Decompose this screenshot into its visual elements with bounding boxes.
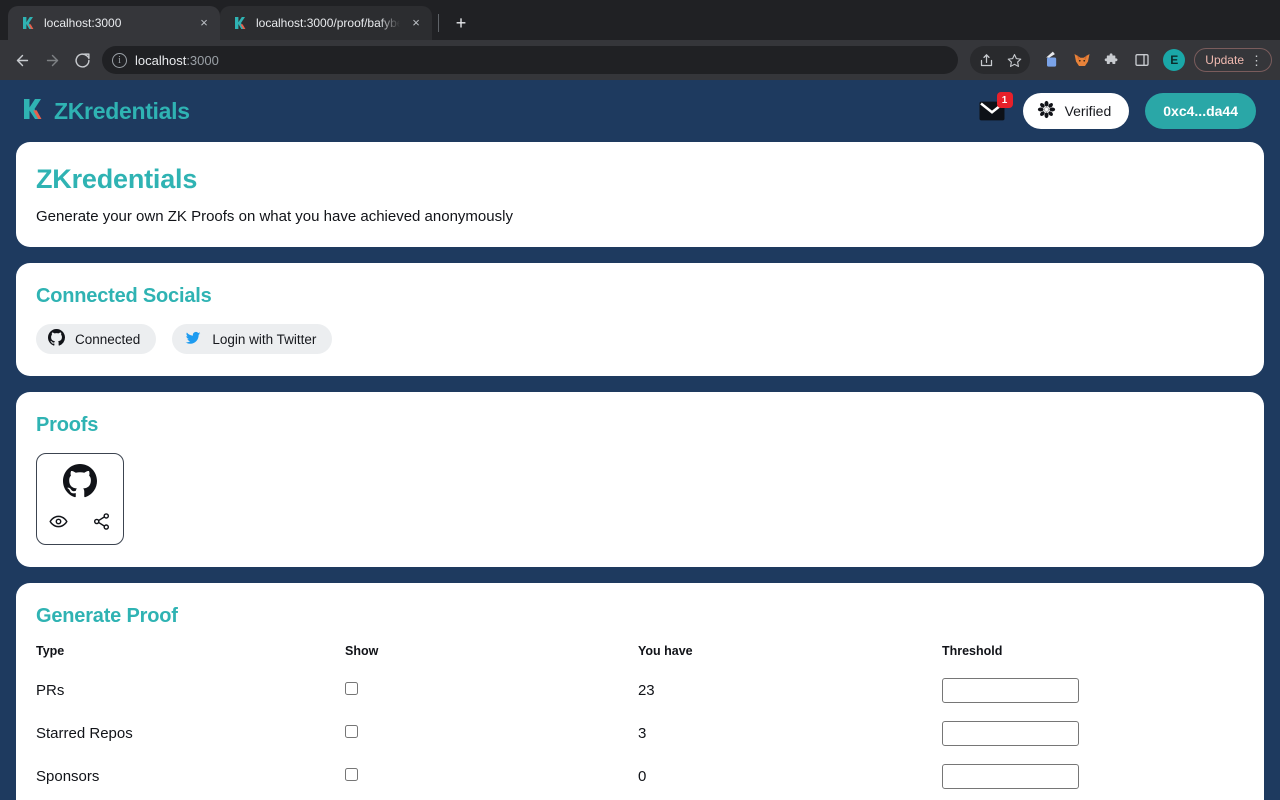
- puzzle-icon[interactable]: [1098, 46, 1126, 74]
- app-viewport: ZKredentials 1 Verified 0xc4...da44 ZKre…: [0, 80, 1280, 800]
- connected-socials-title: Connected Socials: [36, 285, 212, 307]
- brand[interactable]: ZKredentials: [20, 96, 190, 127]
- brand-name: ZKredentials: [54, 97, 190, 124]
- close-icon[interactable]: ×: [408, 15, 424, 31]
- proof-tile[interactable]: [36, 453, 124, 545]
- twitter-icon: [184, 329, 202, 350]
- update-button-label: Update: [1205, 53, 1244, 67]
- browser-tab-2[interactable]: localhost:3000/proof/bafybeih ×: [220, 6, 432, 40]
- proof-tile-actions: [47, 512, 113, 536]
- verified-label: Verified: [1064, 103, 1112, 119]
- social-github-label: Connected: [75, 331, 141, 347]
- generate-proof-title: Generate Proof: [36, 605, 178, 627]
- new-tab-button[interactable]: +: [447, 9, 475, 37]
- threshold-input-prs[interactable]: [941, 678, 1079, 703]
- show-checkbox-prs[interactable]: [345, 682, 359, 695]
- row-threshold-cell: [941, 715, 1244, 758]
- hero-card: ZKredentials Generate your own ZK Proofs…: [16, 142, 1264, 247]
- table-row: PRs 23: [36, 672, 1244, 715]
- proofs-title: Proofs: [36, 414, 99, 436]
- verified-badge[interactable]: Verified: [1022, 93, 1130, 129]
- social-list: Connected Login with Twitter: [36, 324, 1244, 354]
- tab-strip: localhost:3000 × localhost:3000/proof/ba…: [0, 0, 1280, 40]
- row-threshold-cell: [941, 672, 1244, 715]
- metamask-icon[interactable]: [1068, 46, 1096, 74]
- social-twitter-label: Login with Twitter: [212, 331, 317, 347]
- threshold-input-starred-repos[interactable]: [941, 721, 1079, 746]
- column-header-show: Show: [345, 644, 379, 658]
- wallet-address-button[interactable]: 0xc4...da44: [1145, 93, 1256, 129]
- github-icon: [63, 464, 97, 503]
- share-icon[interactable]: [972, 46, 1000, 74]
- row-show-cell: [345, 672, 638, 715]
- address-bar[interactable]: i localhost:3000: [102, 46, 958, 74]
- extension-icon-blue[interactable]: [1038, 46, 1066, 74]
- address-path: :3000: [186, 52, 219, 68]
- row-type-label: PRs: [36, 682, 65, 699]
- generate-proof-card: Generate Proof Type Show You have Thresh…: [16, 583, 1264, 800]
- browser-menu-icon[interactable]: ⋮: [1250, 54, 1263, 67]
- row-type-label: Sponsors: [36, 768, 100, 785]
- browser-tab-1-title: localhost:3000: [44, 16, 122, 30]
- app-content: ZKredentials Generate your own ZK Proofs…: [0, 142, 1280, 800]
- table-row: Sponsors 0: [36, 758, 1244, 800]
- forward-icon[interactable]: [38, 46, 66, 74]
- header-actions: 1 Verified 0xc4...da44: [977, 92, 1256, 129]
- eye-icon[interactable]: [49, 512, 68, 536]
- browser-tab-2-title: localhost:3000/proof/bafybeih: [256, 16, 400, 30]
- browser-tab-1[interactable]: localhost:3000 ×: [8, 6, 220, 40]
- column-header-you-have: You have: [637, 644, 693, 658]
- social-twitter-button[interactable]: Login with Twitter: [172, 324, 333, 354]
- worldcoin-icon: [1037, 100, 1056, 122]
- address-host: localhost: [135, 52, 187, 68]
- app-header: ZKredentials 1 Verified 0xc4...da44: [0, 80, 1280, 142]
- row-type-label: Starred Repos: [36, 725, 133, 742]
- row-show-cell: [345, 715, 638, 758]
- github-icon: [48, 329, 65, 349]
- row-threshold-cell: [941, 758, 1244, 800]
- table-header-row: Type Show You have Threshold: [36, 644, 1244, 672]
- zkredentials-icon: [20, 15, 36, 31]
- row-you-have-value: 0: [637, 768, 647, 785]
- address-bar-url: localhost:3000: [135, 53, 219, 68]
- show-checkbox-sponsors[interactable]: [345, 768, 359, 781]
- browser-toolbar: i localhost:3000 E Update ⋮: [0, 40, 1280, 80]
- mail-button[interactable]: 1: [977, 92, 1013, 126]
- mail-badge: 1: [996, 92, 1013, 108]
- back-icon[interactable]: [8, 46, 36, 74]
- zkredentials-logo: [20, 96, 46, 127]
- table-row: Starred Repos 3: [36, 715, 1244, 758]
- row-you-have-value: 23: [637, 682, 655, 699]
- reload-icon[interactable]: [68, 46, 96, 74]
- star-icon[interactable]: [1000, 46, 1028, 74]
- page-subtitle: Generate your own ZK Proofs on what you …: [36, 208, 513, 225]
- update-button[interactable]: Update ⋮: [1194, 48, 1272, 72]
- show-checkbox-starred-repos[interactable]: [345, 725, 359, 738]
- generate-proof-table: Type Show You have Threshold PRs 23 Star: [36, 644, 1244, 800]
- tab-divider: [438, 14, 439, 32]
- connected-socials-card: Connected Socials Connected Login with T…: [16, 263, 1264, 376]
- social-github-button[interactable]: Connected: [36, 324, 157, 354]
- column-header-type: Type: [36, 644, 65, 658]
- threshold-input-sponsors[interactable]: [941, 764, 1079, 789]
- column-header-threshold: Threshold: [941, 644, 1003, 658]
- browser-chrome: localhost:3000 × localhost:3000/proof/ba…: [0, 0, 1280, 80]
- proofs-card: Proofs: [16, 392, 1264, 567]
- page-title: ZKredentials: [36, 164, 198, 194]
- toolbar-actions: E Update ⋮: [970, 46, 1272, 74]
- share-nodes-icon[interactable]: [92, 512, 111, 536]
- zkredentials-icon: [232, 15, 248, 31]
- omnibox-actions-group: [970, 46, 1031, 74]
- site-info-icon[interactable]: i: [112, 52, 127, 68]
- profile-avatar[interactable]: E: [1163, 49, 1186, 71]
- side-panel-icon[interactable]: [1128, 46, 1156, 74]
- close-icon[interactable]: ×: [196, 15, 212, 31]
- row-you-have-value: 3: [637, 725, 647, 742]
- row-show-cell: [345, 758, 638, 800]
